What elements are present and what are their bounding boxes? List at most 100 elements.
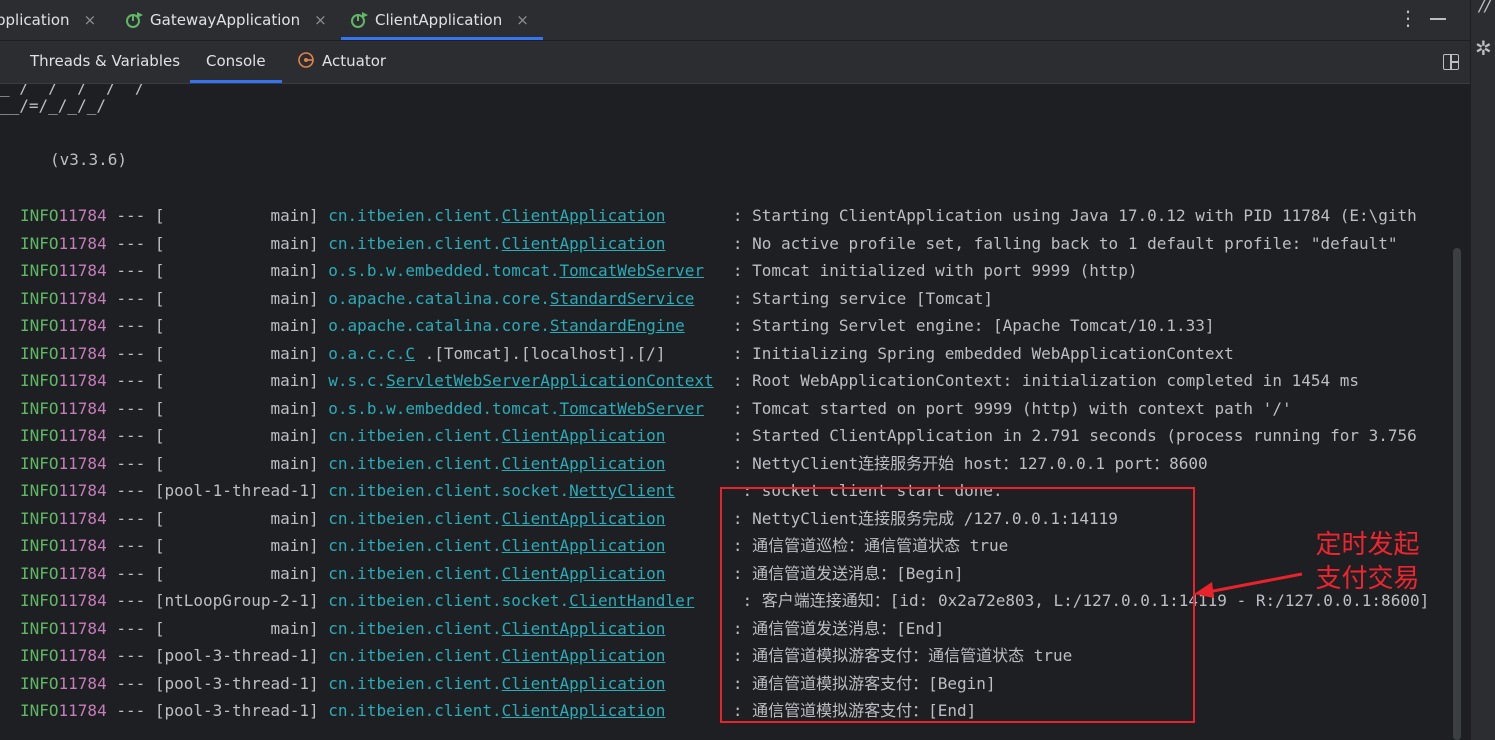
log-message: : Starting service [Tomcat] [732, 288, 993, 308]
process-id: 11784 [58, 673, 107, 693]
separator: --- [106, 618, 155, 638]
log-message: : Started ClientApplication in 2.791 sec… [732, 426, 1417, 445]
logger-name: cn.itbeien.client.ClientApplication [328, 564, 665, 583]
separator: --- [106, 206, 155, 225]
logger-class-link[interactable]: C [405, 344, 415, 363]
padding [685, 316, 724, 335]
process-id: 11784 [58, 591, 107, 610]
logger-package: o.a.c.c. [328, 343, 406, 363]
more-options-icon[interactable]: ⋮ [1398, 6, 1418, 30]
close-icon[interactable]: × [84, 11, 97, 29]
logger-name: cn.itbeien.client.ClientApplication [328, 426, 665, 445]
logger-class-link[interactable]: ServletWebServerApplicationContext [386, 371, 714, 390]
tab-label: Actuator [322, 52, 387, 70]
logger-class-link[interactable]: ClientApplication [502, 674, 666, 693]
logger-name: cn.itbeien.client.ClientApplication [328, 674, 665, 693]
tab-threads-variables[interactable]: Threads & Variables [30, 41, 180, 83]
logger-name: cn.itbeien.client.ClientApplication [328, 509, 665, 528]
logger-class-link[interactable]: ClientApplication [502, 536, 666, 555]
console-scrollbar[interactable] [1453, 248, 1461, 740]
separator: --- [106, 371, 155, 390]
log-line: INFO11784 --- [ main] w.s.c.ServletWebSe… [20, 370, 1359, 392]
padding [665, 426, 723, 445]
logger-class-link[interactable]: StandardEngine [550, 316, 685, 335]
log-level: INFO [20, 563, 59, 583]
tab-actuator[interactable]: Actuator [296, 41, 386, 83]
logger-name: cn.itbeien.client.ClientApplication [328, 619, 665, 638]
separator: --- [106, 261, 155, 280]
run-tab-label: GatewayApplication [150, 11, 301, 29]
log-level: INFO [20, 233, 59, 253]
logger-class-link[interactable]: ClientApplication [502, 206, 666, 225]
run-tab-bar: pplication × GatewayApplication × Client… [0, 0, 1470, 41]
log-level: INFO [20, 673, 59, 693]
layout-settings-icon[interactable] [1443, 54, 1459, 70]
tab-console[interactable]: Console [190, 41, 282, 83]
logger-class-link[interactable]: NettyClient [569, 481, 675, 500]
ai-assistant-icon[interactable]: ✲ [1475, 36, 1492, 60]
logger-class-link[interactable]: ClientApplication [502, 509, 666, 528]
spring-boot-run-icon [126, 12, 143, 28]
tool-strip-icon[interactable]: // [1479, 0, 1490, 16]
log-level: INFO [20, 398, 59, 418]
log-level: INFO [20, 453, 59, 473]
logger-class-link[interactable]: ClientApplication [502, 454, 666, 473]
padding [665, 619, 723, 638]
padding [694, 289, 723, 308]
padding [665, 454, 723, 473]
logger-class-link[interactable]: StandardService [550, 289, 695, 308]
run-tab-client-application[interactable]: ClientApplication × [341, 0, 543, 40]
logger-package: w.s.c. [328, 371, 387, 390]
process-id: 11784 [58, 426, 107, 445]
process-id: 11784 [58, 646, 107, 665]
separator: --- [106, 591, 155, 610]
logger-class-link[interactable]: ClientApplication [502, 619, 666, 638]
padding [665, 564, 723, 583]
log-line: INFO11784 --- [ main] o.apache.catalina.… [20, 288, 993, 310]
logger-name: o.apache.catalina.core.StandardService [328, 289, 694, 308]
separator: --- [106, 426, 155, 445]
logger-package: o.apache.catalina.core. [328, 316, 550, 335]
log-level: INFO [20, 426, 59, 445]
annotation-arrow-icon [1194, 572, 1303, 598]
logger-package: cn.itbeien.client. [328, 618, 502, 638]
process-id: 11784 [58, 453, 107, 473]
close-icon[interactable]: × [516, 11, 529, 29]
logger-name: cn.itbeien.client.ClientApplication [328, 454, 665, 473]
thread-name: [ main] [154, 288, 319, 308]
logger-class-link[interactable]: TomcatWebServer [559, 261, 704, 280]
logger-package: cn.itbeien.client. [328, 563, 502, 583]
active-tab-indicator [190, 80, 282, 83]
logger-name: o.s.b.w.embedded.tomcat.TomcatWebServer [328, 399, 704, 418]
separator: --- [106, 453, 155, 473]
logger-class-link[interactable]: ClientApplication [502, 646, 666, 665]
run-tab-application[interactable]: pplication × [0, 0, 96, 40]
tab-label: Console [206, 52, 266, 70]
logger-class-link[interactable]: ClientApplication [502, 426, 666, 445]
logger-class-link[interactable]: ClientHandler [569, 591, 694, 610]
separator: --- [106, 233, 155, 253]
padding [665, 646, 723, 665]
thread-name: [ main] [154, 316, 319, 335]
separator: --- [106, 481, 155, 500]
thread-name: [ main] [154, 371, 319, 390]
logger-class-link[interactable]: ClientApplication [502, 564, 666, 583]
padding [704, 261, 723, 280]
thread-name: [ main] [154, 398, 319, 418]
right-tool-strip: // ✲ [1470, 0, 1495, 740]
logger-class-link[interactable]: ClientApplication [502, 701, 666, 720]
logger-class-link[interactable]: ClientApplication [502, 234, 666, 253]
run-tab-gateway-application[interactable]: GatewayApplication × [124, 0, 327, 40]
process-id: 11784 [58, 618, 107, 638]
logger-name: cn.itbeien.client.ClientApplication [328, 701, 665, 720]
minimize-icon[interactable] [1430, 18, 1446, 20]
close-icon[interactable]: × [314, 11, 327, 29]
process-id: 11784 [58, 233, 107, 253]
process-id: 11784 [58, 316, 107, 335]
logger-name: o.s.b.w.embedded.tomcat.TomcatWebServer [328, 261, 704, 280]
logger-class-link[interactable]: TomcatWebServer [559, 399, 704, 418]
separator: --- [106, 563, 155, 583]
log-line: INFO11784 --- [ main] cn.itbeien.client.… [20, 425, 1417, 447]
logger-package: cn.itbeien.client. [328, 426, 502, 445]
thread-name: [ main] [154, 453, 319, 473]
